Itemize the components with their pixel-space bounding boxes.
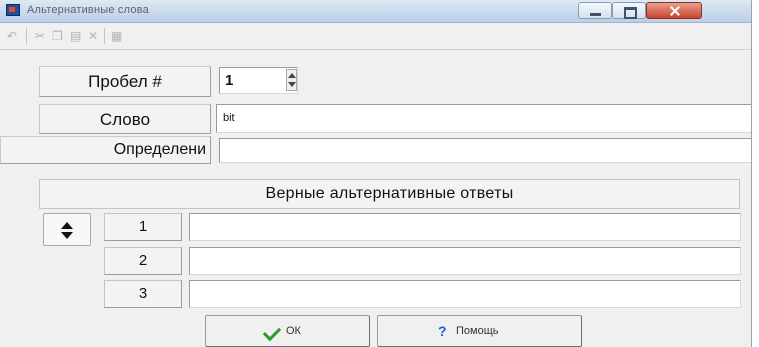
chevron-up-icon[interactable]: [288, 73, 296, 78]
toolbar-separator: [26, 28, 27, 44]
answer-input[interactable]: [189, 280, 741, 308]
help-icon: ?: [438, 323, 447, 339]
alternative-words-window: Альтернативные слова ↶ ✂ ❐ ▤ ✕ ▦ Пробел …: [0, 0, 752, 347]
app-icon: [6, 4, 20, 16]
blank-number-label: Пробел #: [39, 66, 211, 97]
help-button-label: Помощь: [456, 325, 499, 337]
arrow-up-icon: [61, 222, 73, 229]
reorder-button[interactable]: [43, 213, 91, 246]
window-title: Альтернативные слова: [27, 4, 149, 16]
close-button[interactable]: [646, 2, 702, 19]
answer-input[interactable]: [189, 247, 741, 275]
answer-input[interactable]: [189, 213, 741, 241]
grid-icon[interactable]: ▦: [111, 29, 122, 43]
word-input[interactable]: bit: [216, 104, 751, 133]
word-label: Слово: [39, 104, 211, 134]
ok-button[interactable]: ОК: [205, 315, 370, 347]
alternatives-header: Верные альтернативные ответы: [39, 179, 740, 209]
check-icon: [262, 322, 282, 342]
delete-icon[interactable]: ✕: [88, 29, 98, 43]
undo-icon[interactable]: ↶: [7, 29, 17, 43]
copy-icon[interactable]: ❐: [52, 29, 63, 43]
minimize-button[interactable]: [578, 2, 612, 19]
arrow-down-icon: [61, 232, 73, 239]
answer-number-label: 2: [104, 247, 182, 275]
definition-label: Определени: [0, 136, 211, 164]
ok-button-label: ОК: [286, 325, 301, 337]
blank-number-stepper[interactable]: [286, 69, 297, 91]
chevron-down-icon[interactable]: [288, 82, 296, 87]
paste-icon[interactable]: ▤: [70, 29, 81, 43]
answer-number-label: 3: [104, 280, 182, 308]
toolbar-separator: [104, 28, 105, 44]
toolbar: ↶ ✂ ❐ ▤ ✕ ▦: [0, 23, 751, 50]
answer-number-label: 1: [104, 213, 182, 241]
title-bar[interactable]: Альтернативные слова: [0, 0, 751, 23]
maximize-button[interactable]: [612, 2, 646, 19]
definition-input[interactable]: [219, 138, 751, 163]
help-button[interactable]: ? Помощь: [377, 315, 582, 347]
cut-icon[interactable]: ✂: [35, 29, 45, 43]
